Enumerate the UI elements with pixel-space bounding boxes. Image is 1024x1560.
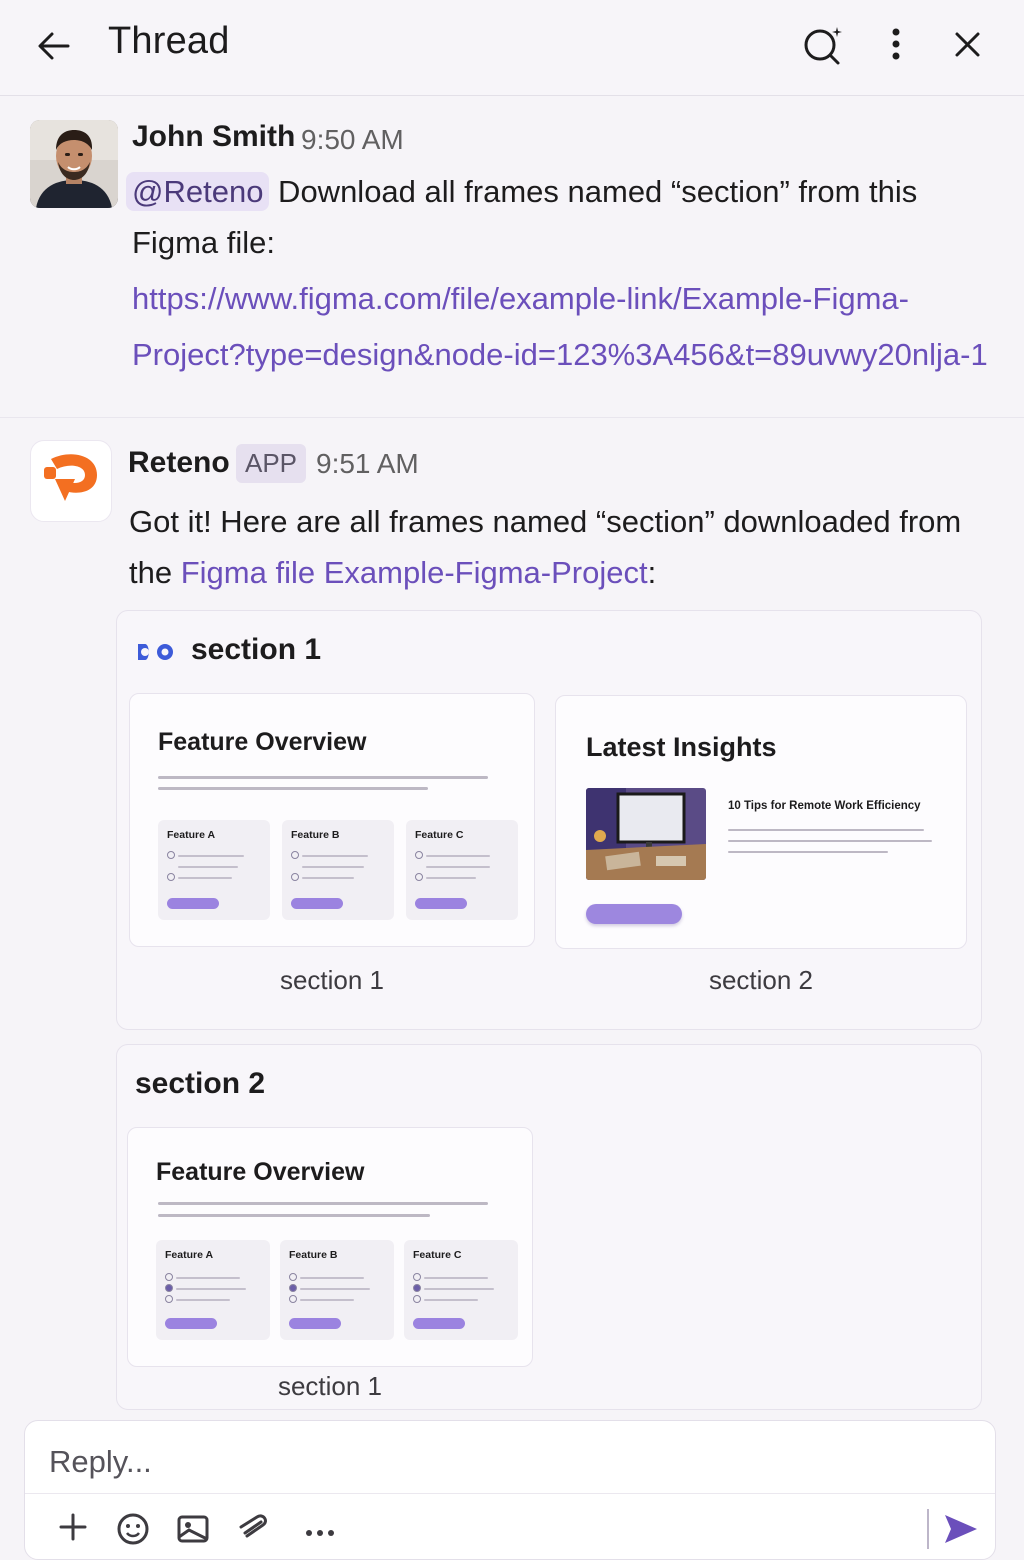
author-name[interactable]: Reteno [128,446,230,480]
section-card: section 2 Feature Overview Feature A Fea… [116,1044,982,1410]
send-divider [927,1509,929,1549]
feature-label: Feature A [165,1249,214,1261]
feature-card: Feature A [156,1240,270,1340]
more-options-button[interactable] [872,20,924,72]
thumbnail-caption: section 2 [708,965,814,995]
more-tools-button[interactable] [299,1505,343,1549]
timestamp[interactable]: 9:50 AM [301,124,404,156]
section-card: section 1 Feature Overview Feature A Fea… [116,610,982,1030]
figma-link-line2[interactable]: Project?type=design&node-id=123%3A456&t=… [132,329,1002,381]
feature-card: Feature A [158,820,270,920]
plus-icon [59,1513,87,1541]
project-link[interactable]: Example-Figma-Project [324,555,648,590]
search-sparkle-icon [804,27,842,65]
thumbnail-heading: Feature Overview [156,1158,365,1186]
message-text: @Reteno Download all frames named “secti… [126,166,1006,218]
section-card-title: section 2 [135,1067,266,1100]
reply-input[interactable] [47,1437,967,1487]
text-suffix: : [647,555,657,590]
frame-thumbnail[interactable]: Latest Insights 10 Tips for Remote Work … [555,695,967,949]
feature-card: Feature C [404,1240,518,1340]
search-thread-button[interactable] [796,20,848,72]
arrow-left-icon [38,32,70,60]
workspace-image-icon [586,788,706,880]
frame-thumbnail[interactable]: Feature Overview Feature A Feature B Fea… [127,1127,533,1367]
author-name[interactable]: John Smith [132,120,295,154]
avatar[interactable] [30,120,118,208]
figma-link-line1[interactable]: https://www.figma.com/file/example-link/… [132,273,909,325]
close-icon [955,32,980,57]
vertical-dots-icon [892,28,900,60]
message-reteno: Reteno APP 9:51 AM Got it! Here are all … [0,418,1024,1418]
feature-card: Feature C [406,820,518,920]
figma-file-link[interactable]: Figma file [181,555,315,590]
thumbnail-heading: Feature Overview [158,728,367,756]
image-icon [177,1515,209,1543]
add-button[interactable] [51,1505,95,1549]
feature-card: Feature B [280,1240,394,1340]
feature-label: Feature B [289,1249,338,1261]
composer-divider [25,1493,995,1494]
thread-header: Thread [0,0,1024,96]
timestamp[interactable]: 9:51 AM [316,448,419,480]
emoji-icon [117,1513,149,1545]
page-title: Thread [108,20,230,62]
feature-card: Feature B [282,820,394,920]
article-title: 10 Tips for Remote Work Efficiency [728,800,921,812]
desk-photo [586,788,706,880]
mention-reteno[interactable]: @Reteno [126,172,270,211]
thumbnail-caption: section 1 [277,1371,383,1401]
read-more-button [586,904,682,924]
thumbnail-heading: Latest Insights [586,732,777,762]
frame-thumbnail[interactable]: Feature Overview Feature A Feature B Fea… [129,693,535,947]
avatar[interactable] [30,440,112,522]
reteno-logo-icon [44,454,97,501]
section-card-title: section 1 [191,633,322,666]
app-badge: APP [236,444,307,483]
message-text-line1: Got it! Here are all frames named “secti… [129,504,962,539]
feature-label: Feature A [167,829,216,841]
text-prefix: the [129,555,181,590]
feature-label: Feature C [415,829,464,841]
reply-composer [24,1420,996,1560]
thumbnail-caption: section 1 [279,965,385,995]
user-photo-icon [30,120,118,208]
feature-label: Feature C [413,1249,462,1261]
back-button[interactable] [30,22,78,70]
horizontal-dots-icon [306,1530,334,1536]
image-button[interactable] [171,1505,215,1549]
send-icon [945,1515,977,1543]
paperclip-icon [239,1514,267,1538]
figma-section-icon [138,644,173,660]
emoji-button[interactable] [111,1505,155,1549]
message-text-line1: Download all frames named “section” from… [269,174,918,209]
close-button[interactable] [942,20,994,72]
message-text-line2: the Figma file Example-Figma-Project: [129,547,656,599]
send-button[interactable] [937,1505,981,1549]
attach-button[interactable] [231,1505,275,1549]
feature-label: Feature B [291,829,340,841]
message-text-line2: Figma file: [132,225,275,260]
message-john-smith: John Smith 9:50 AM @Reteno Download all … [0,96,1024,418]
